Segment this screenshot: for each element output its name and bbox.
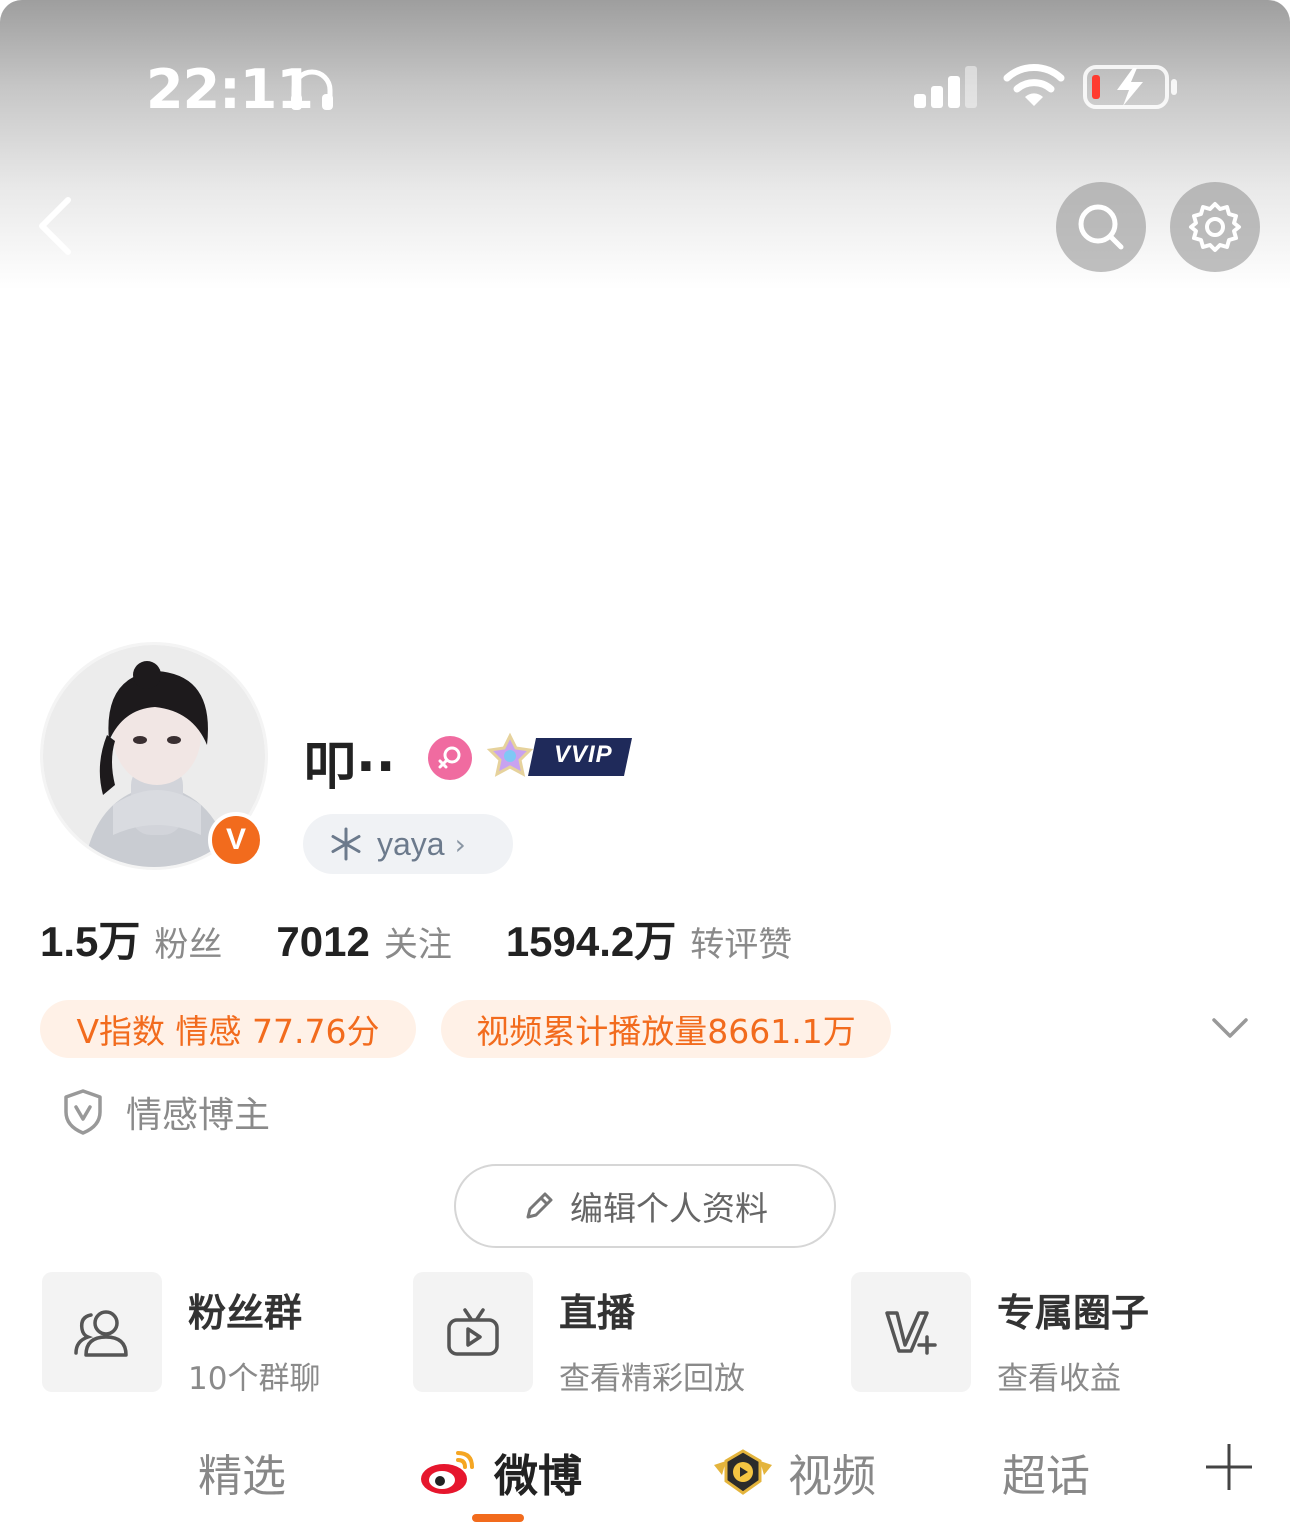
battery-charging-icon xyxy=(1083,65,1177,109)
fan-tag-label: yaya xyxy=(377,825,445,862)
stats-row: 1.5万 粉丝 7012 关注 1594.2万 转评赞 xyxy=(40,908,846,969)
chevron-right-icon: › xyxy=(454,827,466,861)
settings-button[interactable] xyxy=(1170,182,1260,272)
feature-icon-box xyxy=(851,1272,971,1392)
tab-label: 微博 xyxy=(494,1451,582,1502)
feature-icon-box xyxy=(42,1272,162,1392)
v-plus-icon xyxy=(885,1311,937,1355)
tab-video[interactable]: 视频 xyxy=(712,1440,876,1504)
stat-interactions[interactable]: 1594.2万 转评赞 xyxy=(506,908,792,969)
gear-icon xyxy=(1189,202,1241,252)
group-users-icon xyxy=(74,1310,128,1357)
weibo-logo-icon xyxy=(421,1451,474,1494)
search-button[interactable] xyxy=(1056,182,1146,272)
tab-featured[interactable]: 精选 xyxy=(198,1440,286,1504)
feature-exclusive-circle[interactable]: 专属圈子 查看收益 xyxy=(851,1272,1149,1398)
category-row: 情感博主 xyxy=(62,1086,270,1138)
profile-tabs: 精选 微博 视频 超话 xyxy=(0,1420,1290,1533)
shield-v-icon xyxy=(64,1089,102,1135)
fan-tag[interactable]: yaya › xyxy=(303,814,513,874)
feature-subtitle: 查看收益 xyxy=(997,1361,1121,1397)
feature-icon-box xyxy=(413,1272,533,1392)
category-label: 情感博主 xyxy=(126,1095,271,1136)
username: 叩·· xyxy=(304,737,396,797)
status-bar: 22:11 xyxy=(0,0,1290,180)
vvip-label: VVIP xyxy=(554,741,613,768)
feature-title: 专属圈子 xyxy=(997,1291,1150,1335)
chevron-down-icon[interactable] xyxy=(1210,1012,1250,1044)
stat-following[interactable]: 7012 关注 xyxy=(276,917,451,966)
feature-subtitle: 10个群聊 xyxy=(188,1361,321,1397)
back-button[interactable] xyxy=(30,190,90,262)
cellular-signal-icon xyxy=(914,66,977,108)
tab-super-topic[interactable]: 超话 xyxy=(1002,1440,1090,1504)
edit-profile-label: 编辑个人资料 xyxy=(570,1189,768,1228)
stat-value: 1594.2万 xyxy=(505,918,677,965)
plus-icon[interactable] xyxy=(1204,1442,1254,1492)
stat-value: 7012 xyxy=(276,918,370,965)
search-icon xyxy=(1078,204,1124,250)
pencil-icon xyxy=(526,1192,553,1219)
video-badge-icon xyxy=(714,1449,772,1495)
stat-label: 关注 xyxy=(383,925,452,965)
wifi-icon xyxy=(1003,64,1065,106)
video-views-pill[interactable]: 视频累计播放量8661.1万 xyxy=(441,1000,891,1058)
v-index-pill[interactable]: V指数 情感 77.76分 xyxy=(40,1000,416,1058)
feature-title: 粉丝群 xyxy=(188,1291,303,1335)
tab-label: 精选 xyxy=(198,1451,286,1502)
snowflake-icon xyxy=(331,827,361,861)
stat-followers[interactable]: 1.5万 粉丝 xyxy=(40,908,222,969)
stat-label: 粉丝 xyxy=(154,925,223,965)
stat-label: 转评赞 xyxy=(690,925,793,965)
feature-subtitle: 查看精彩回放 xyxy=(559,1361,745,1397)
stat-value: 1.5万 xyxy=(40,918,141,965)
tab-label: 视频 xyxy=(788,1451,876,1502)
tv-play-icon xyxy=(447,1308,499,1356)
feature-title: 直播 xyxy=(559,1291,636,1335)
feature-live[interactable]: 直播 查看精彩回放 xyxy=(413,1272,745,1398)
headphones-icon xyxy=(291,69,333,110)
verified-badge: V xyxy=(208,812,264,868)
edit-profile-button[interactable]: 编辑个人资料 xyxy=(454,1164,836,1248)
tab-weibo[interactable]: 微博 xyxy=(418,1440,582,1504)
active-tab-indicator xyxy=(472,1514,524,1522)
feature-fan-group[interactable]: 粉丝群 10个群聊 xyxy=(42,1272,320,1398)
female-icon xyxy=(428,736,472,780)
tab-label: 超话 xyxy=(1002,1451,1090,1502)
